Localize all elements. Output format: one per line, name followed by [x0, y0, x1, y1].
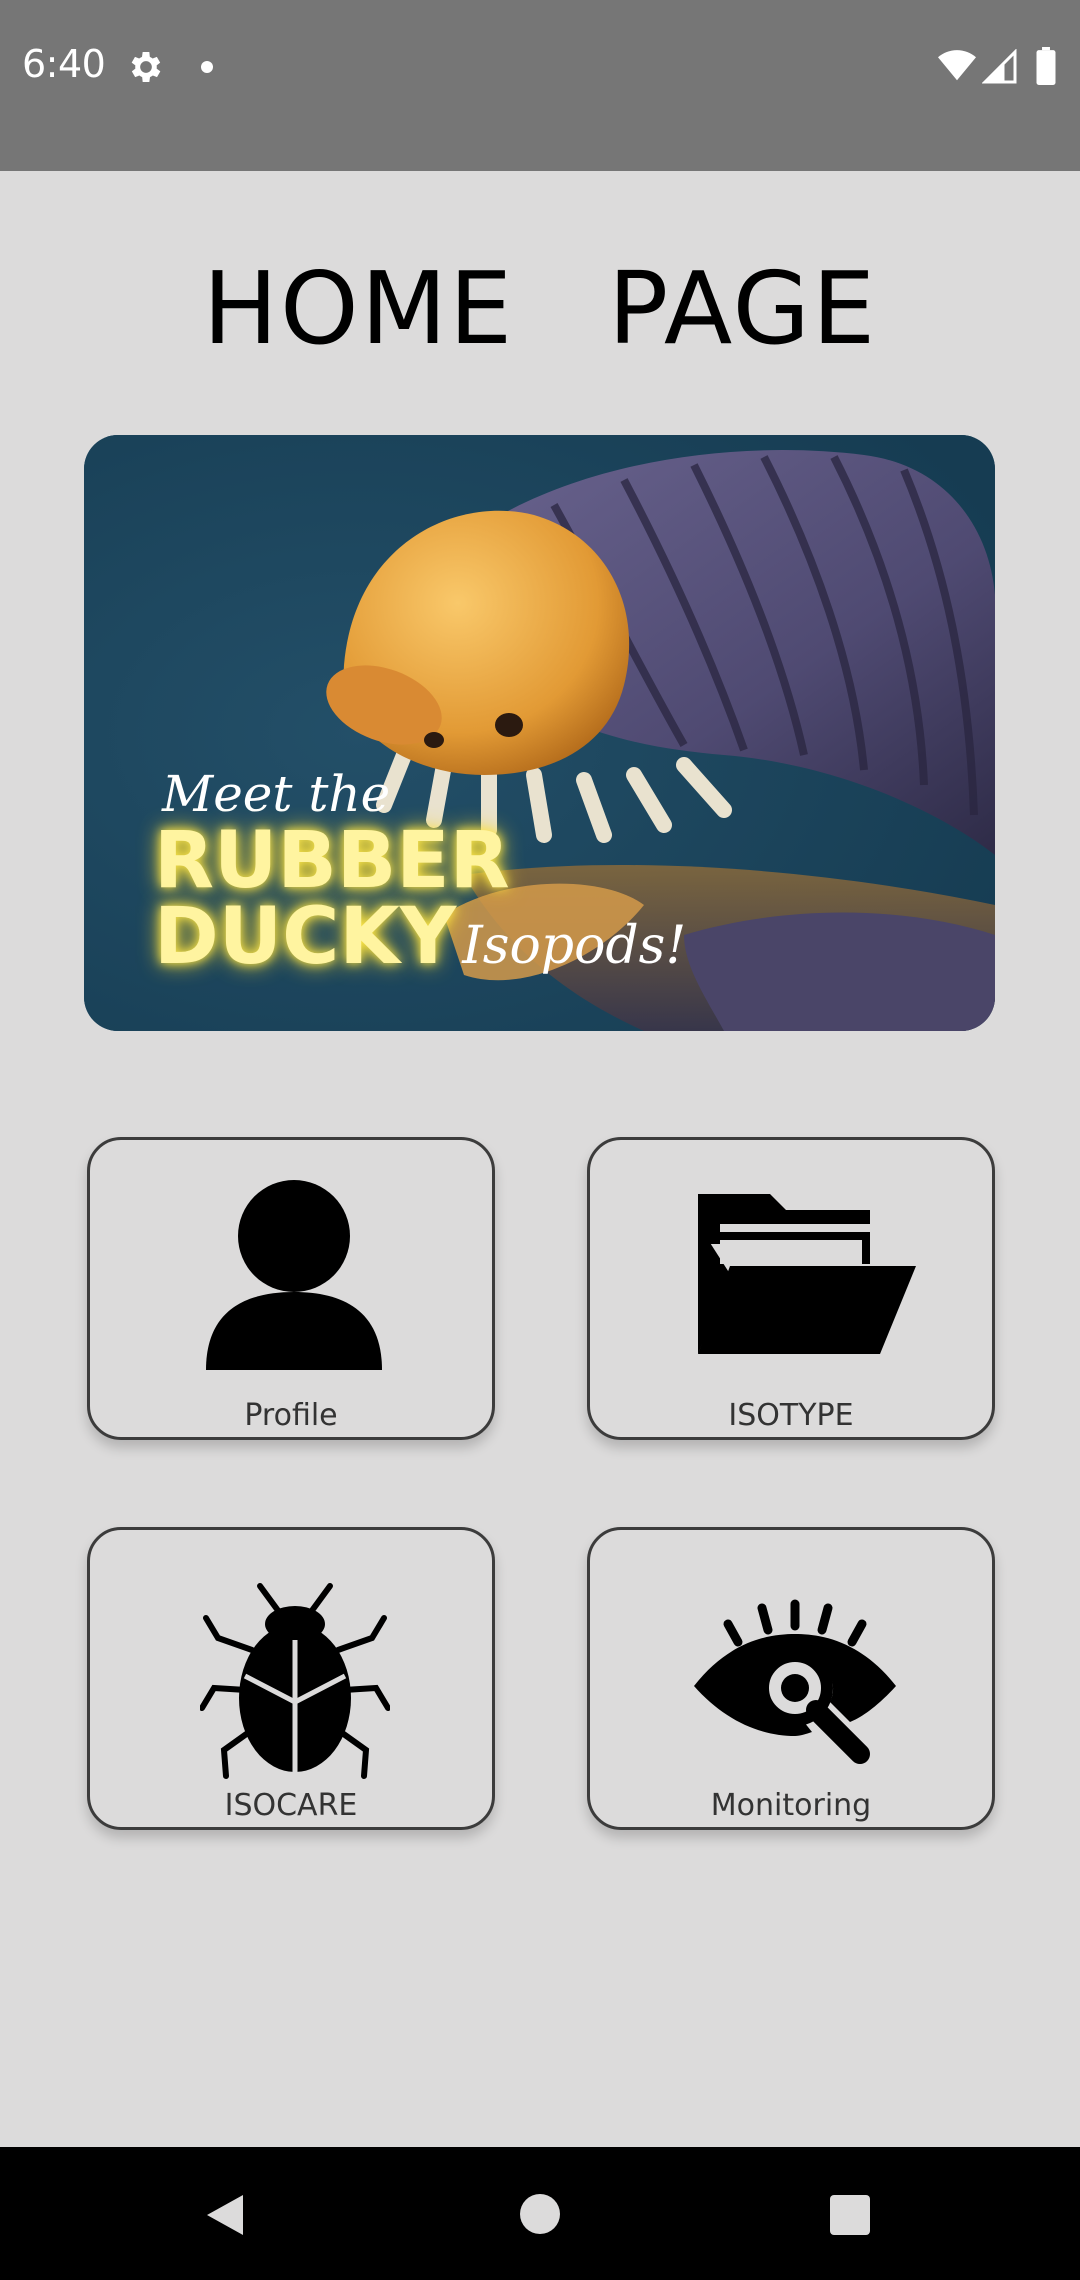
recents-icon[interactable] — [829, 2194, 871, 2236]
profile-tile[interactable]: Profile — [87, 1137, 495, 1440]
home-icon[interactable] — [519, 2193, 561, 2235]
banner-text: Meet the RUBBER DUCKY Isopods! — [154, 765, 686, 976]
isocare-tile[interactable]: ISOCARE — [87, 1527, 495, 1830]
bug-icon — [200, 1583, 390, 1779]
isocare-label: ISOCARE — [224, 1788, 358, 1823]
page-title: HOME PAGE — [202, 250, 878, 367]
banner-line-ducky: DUCKY — [154, 892, 457, 982]
notification-dot-icon — [201, 61, 213, 73]
battery-icon — [1036, 47, 1056, 85]
isotype-tile[interactable]: ISOTYPE — [587, 1137, 995, 1440]
folder-icon — [698, 1194, 916, 1354]
banner-line-rubber: RUBBER — [154, 816, 510, 906]
isotype-label: ISOTYPE — [728, 1398, 854, 1433]
signal-icon — [982, 49, 1017, 84]
status-bar: 6:40 — [0, 0, 1080, 171]
eye-search-icon — [694, 1599, 896, 1764]
banner-line-meet: Meet the — [162, 765, 391, 823]
profile-label: Profile — [244, 1398, 338, 1433]
back-icon[interactable] — [203, 2191, 247, 2239]
monitoring-label: Monitoring — [710, 1788, 872, 1823]
wifi-icon — [938, 50, 976, 81]
person-icon — [206, 1180, 382, 1370]
gear-icon — [131, 52, 161, 82]
navigation-bar — [0, 2147, 1080, 2280]
status-time: 6:40 — [22, 42, 106, 86]
banner-image: Meet the RUBBER DUCKY Isopods! — [84, 435, 995, 1031]
monitoring-tile[interactable]: Monitoring — [587, 1527, 995, 1830]
banner-line-isopods: Isopods! — [462, 916, 687, 976]
